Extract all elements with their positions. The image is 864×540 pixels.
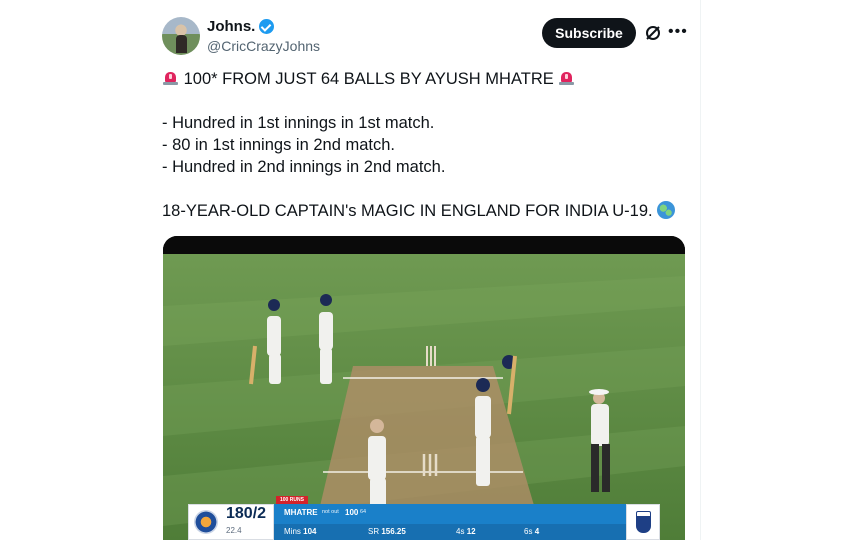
police-light-icon: [162, 69, 179, 86]
closing-line: 18-YEAR-OLD CAPTAIN's MAGIC IN ENGLAND F…: [162, 200, 682, 222]
globe-icon: [657, 201, 676, 219]
scoreboard-opponent: [626, 504, 660, 540]
verified-badge-icon[interactable]: [259, 19, 275, 34]
left-rail: [0, 0, 140, 540]
scoreboard: 180/2 22.4 100 RUNS MHATRE not out 100 6…: [188, 496, 660, 540]
bullet-line: - 80 in 1st innings in 2nd match.: [162, 136, 395, 154]
batter-status: not out: [322, 509, 339, 515]
mins-stat: Mins 104: [284, 527, 317, 536]
sr-stat: SR 156.25: [368, 527, 406, 536]
tweet-text: 100* FROM JUST 64 BALLS BY AYUSH MHATRE …: [162, 68, 682, 222]
sixes-stat: 6s 4: [524, 527, 540, 536]
headline-text: 100* FROM JUST 64 BALLS BY AYUSH MHATRE: [183, 70, 554, 88]
post: Johns. @CricCrazyJohns Subscribe ••• 100…: [148, 0, 700, 540]
display-name[interactable]: Johns.: [207, 18, 255, 35]
england-crest-icon: [636, 511, 651, 533]
batter-stats: Mins 104 SR 156.25 4s 12 6s 4: [274, 524, 626, 540]
police-light-icon: [558, 69, 575, 86]
scoreboard-team: 180/2 22.4: [188, 504, 274, 540]
match-scene: [163, 236, 685, 540]
subscribe-button[interactable]: Subscribe: [542, 18, 636, 48]
team-score: 180/2: [226, 505, 267, 522]
right-rail: [700, 0, 864, 540]
more-options-icon[interactable]: •••: [668, 24, 687, 42]
bullet-line: - Hundred in 1st innings in 1st match.: [162, 114, 435, 132]
page: Johns. @CricCrazyJohns Subscribe ••• 100…: [0, 0, 864, 540]
author-name-row: Johns.: [207, 18, 275, 35]
batter-name: MHATRE: [284, 508, 318, 517]
headline-line: 100* FROM JUST 64 BALLS BY AYUSH MHATRE: [162, 68, 682, 90]
avatar[interactable]: [162, 17, 200, 55]
bullet-line: - Hundred in 2nd innings in 2nd match.: [162, 158, 446, 176]
scoreboard-batter-panel: 100 RUNS MHATRE not out 100 64 Mins 104 …: [274, 496, 626, 540]
batter-runs: 100: [345, 508, 359, 517]
grok-icon[interactable]: [644, 24, 662, 42]
batter-balls: 64: [360, 509, 367, 515]
bcci-crest-icon: [194, 510, 218, 534]
fours-stat: 4s 12: [456, 527, 476, 536]
tweet-media-video[interactable]: 180/2 22.4 100 RUNS MHATRE not out 100 6…: [163, 236, 685, 540]
author-handle[interactable]: @CricCrazyJohns: [207, 38, 320, 54]
closing-text: 18-YEAR-OLD CAPTAIN's MAGIC IN ENGLAND F…: [162, 202, 653, 220]
team-overs: 22.4: [226, 526, 242, 535]
milestone-tag: 100 RUNS: [276, 496, 308, 504]
